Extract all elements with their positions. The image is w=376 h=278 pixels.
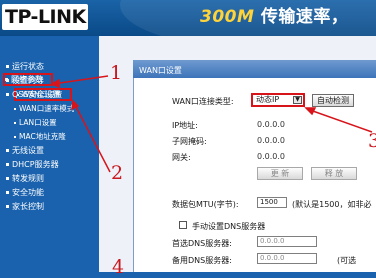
annotation-number-3: 3 xyxy=(368,130,376,152)
arrow-2 xyxy=(73,102,111,173)
annotation-number-1: 1 xyxy=(110,62,123,84)
arrow-3-head xyxy=(304,107,317,116)
annotation-number-4: 4 xyxy=(112,256,125,278)
annotation-number-2: 2 xyxy=(111,162,124,184)
arrow-1-head xyxy=(50,78,60,89)
arrow-3 xyxy=(309,109,373,133)
annotation-arrows xyxy=(50,75,373,173)
arrow-1 xyxy=(52,75,109,85)
